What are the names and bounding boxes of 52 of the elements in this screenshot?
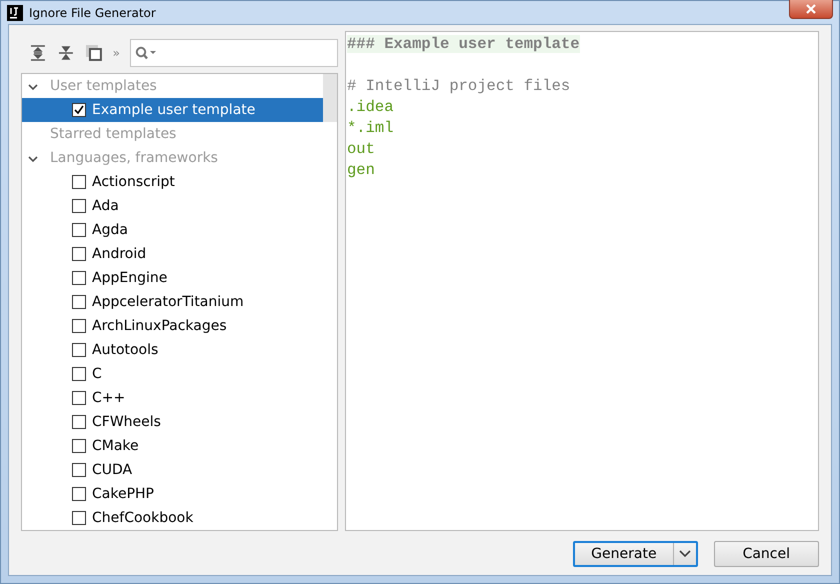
cancel-button[interactable]: Cancel [714, 541, 819, 567]
template-item[interactable]: ArchLinuxPackages [22, 314, 323, 338]
checkbox[interactable] [72, 223, 86, 237]
template-item[interactable]: CMake [22, 434, 323, 458]
template-item[interactable]: Android [22, 242, 323, 266]
template-item[interactable]: CFWheels [22, 410, 323, 434]
code-line: # IntelliJ project files [346, 76, 572, 97]
checkbox[interactable] [72, 415, 86, 429]
code-line: *.iml [346, 118, 395, 139]
collapse-all-icon[interactable] [56, 44, 75, 62]
checkbox[interactable] [72, 463, 86, 477]
checkbox[interactable] [72, 271, 86, 285]
template-item[interactable]: AppEngine [22, 266, 323, 290]
close-icon [805, 4, 817, 14]
chevron-down-icon[interactable] [28, 154, 38, 164]
generate-button[interactable]: Generate [573, 541, 698, 567]
caret-icon[interactable] [678, 550, 691, 558]
template-item[interactable]: Ada [22, 194, 323, 218]
template-item[interactable]: C [22, 362, 323, 386]
scrollbar-thumb[interactable] [323, 74, 337, 122]
copy-icon[interactable] [84, 44, 103, 62]
search-icon [135, 46, 158, 60]
template-item[interactable]: ChefCookbook [22, 506, 323, 530]
checkbox[interactable] [72, 319, 86, 333]
checkbox[interactable] [72, 175, 86, 189]
template-item[interactable]: Example user template [22, 98, 323, 122]
search-field[interactable] [130, 39, 338, 67]
checkbox[interactable] [72, 199, 86, 213]
checkbox[interactable] [72, 343, 86, 357]
app-logo-icon [7, 4, 23, 20]
template-item[interactable]: AppceleratorTitanium [22, 290, 323, 314]
checkbox[interactable] [72, 487, 86, 501]
template-item[interactable]: Actionscript [22, 170, 323, 194]
template-item[interactable]: CakePHP [22, 482, 323, 506]
checkbox[interactable] [72, 247, 86, 261]
checkbox[interactable] [72, 391, 86, 405]
window-title: Ignore File Generator [29, 6, 157, 20]
checkbox[interactable] [72, 511, 86, 525]
expand-all-icon[interactable] [29, 44, 47, 62]
checkbox[interactable] [72, 295, 86, 309]
checkbox[interactable] [72, 367, 86, 381]
chevron-down-icon[interactable] [28, 82, 38, 92]
checkbox[interactable] [72, 103, 86, 117]
template-item[interactable]: CUDA [22, 458, 323, 482]
template-item[interactable]: Agda [22, 218, 323, 242]
checkbox[interactable] [72, 439, 86, 453]
close-button[interactable] [789, 0, 833, 18]
code-line: out [346, 139, 376, 160]
code-line: .idea [346, 97, 395, 118]
code-line: gen [346, 160, 376, 181]
template-item[interactable]: C++ [22, 386, 323, 410]
template-item[interactable]: Autotools [22, 338, 323, 362]
